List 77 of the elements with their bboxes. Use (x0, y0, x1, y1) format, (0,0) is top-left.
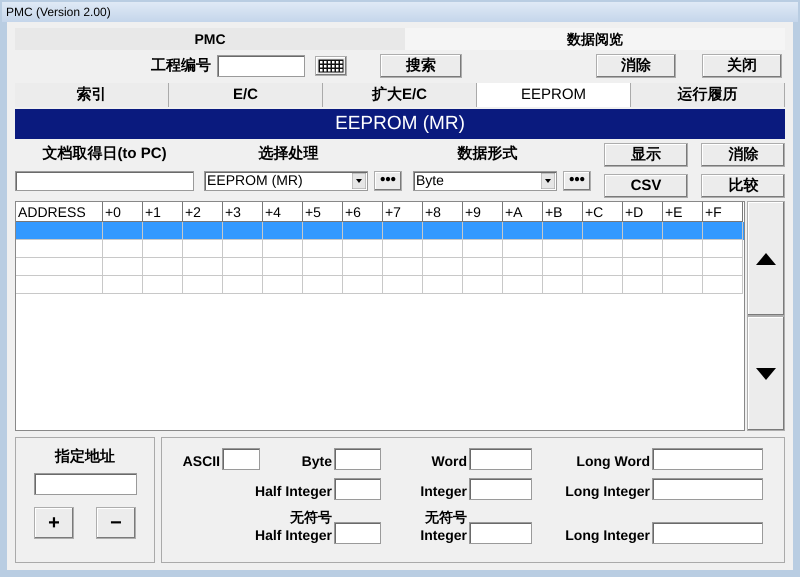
value-field[interactable] (469, 522, 532, 544)
column-header: +0 (103, 202, 143, 222)
minus-button[interactable]: − (96, 506, 136, 538)
field-label: Integer (420, 526, 467, 544)
field-label: Long Integer (565, 526, 650, 544)
value-field[interactable] (652, 522, 763, 544)
field-label: 无符号 (425, 508, 467, 526)
column-header: +3 (223, 202, 263, 222)
column-header: +9 (463, 202, 503, 222)
column-header: +E (663, 202, 703, 222)
column-header: +1 (143, 202, 183, 222)
up-arrow-icon (756, 252, 776, 264)
field-label: Long Integer (565, 482, 650, 500)
column-header: +D (623, 202, 663, 222)
field-label: Word (431, 452, 467, 470)
plus-button[interactable]: + (34, 506, 74, 538)
scroll-up-button[interactable] (747, 201, 785, 316)
field-label: Byte (302, 452, 332, 470)
down-arrow-icon (756, 368, 776, 380)
column-header: +A (503, 202, 543, 222)
column-header: +7 (383, 202, 423, 222)
column-header: +2 (183, 202, 223, 222)
scroll-down-button[interactable] (747, 316, 785, 431)
section-banner: EEPROM (MR) (15, 109, 785, 139)
tab[interactable]: EEPROM (477, 83, 631, 107)
project-field[interactable] (217, 55, 305, 77)
date-field[interactable] (15, 170, 194, 190)
keyboard-button[interactable] (315, 56, 347, 76)
value-field[interactable] (334, 448, 381, 470)
field-label: 无符号 (290, 508, 332, 526)
tab[interactable]: E/C (169, 83, 323, 107)
more-button[interactable]: ••• (374, 170, 402, 190)
value-field[interactable] (469, 448, 532, 470)
column-header: +C (583, 202, 623, 222)
column-header: +B (543, 202, 583, 222)
field-label: Long Word (576, 452, 650, 470)
close-button[interactable]: 关闭 (702, 54, 782, 78)
section-header: 数据阅览 (405, 28, 785, 50)
column-header: +6 (343, 202, 383, 222)
window-title: PMC (Version 2.00) (6, 4, 111, 21)
format-label: 数据形式 (456, 144, 518, 164)
field-label: Half Integer (254, 526, 332, 544)
date-label: 文档取得日(to PC) (41, 144, 168, 164)
process-dropdown[interactable]: EEPROM (MR) (204, 170, 368, 190)
column-header: +5 (303, 202, 343, 222)
column-header: ADDRESS (16, 202, 103, 222)
section-header: PMC (15, 28, 405, 50)
address-label: 指定地址 (55, 447, 115, 467)
action-button[interactable]: 显示 (604, 143, 688, 167)
value-field[interactable] (334, 478, 381, 500)
address-field[interactable] (34, 472, 136, 494)
dropdown-arrow-icon (540, 172, 555, 188)
column-header: +4 (263, 202, 303, 222)
value-field[interactable] (334, 522, 381, 544)
action-button[interactable]: 消除 (701, 143, 786, 167)
value-field[interactable] (652, 448, 763, 470)
value-field[interactable] (222, 448, 260, 470)
value-field[interactable] (652, 478, 763, 500)
action-button[interactable]: CSV (604, 174, 688, 198)
format-dropdown[interactable]: Byte (412, 170, 557, 190)
field-label: ASCII (182, 452, 220, 470)
action-button[interactable]: 比较 (701, 174, 786, 198)
clear-button[interactable]: 消除 (596, 54, 676, 78)
search-button[interactable]: 搜索 (380, 54, 462, 78)
tab[interactable]: 索引 (15, 83, 169, 107)
keyboard-icon (318, 59, 344, 73)
project-label: 工程编号 (151, 56, 211, 76)
tab[interactable]: 运行履历 (631, 83, 785, 107)
process-label: 选择处理 (257, 144, 320, 164)
dropdown-arrow-icon (352, 172, 366, 188)
value-field[interactable] (469, 478, 532, 500)
column-header: +8 (423, 202, 463, 222)
field-label: Half Integer (254, 482, 332, 500)
more-button[interactable]: ••• (562, 170, 591, 190)
field-label: Integer (420, 482, 467, 500)
column-header: +F (703, 202, 743, 222)
tab[interactable]: 扩大E/C (323, 83, 477, 107)
